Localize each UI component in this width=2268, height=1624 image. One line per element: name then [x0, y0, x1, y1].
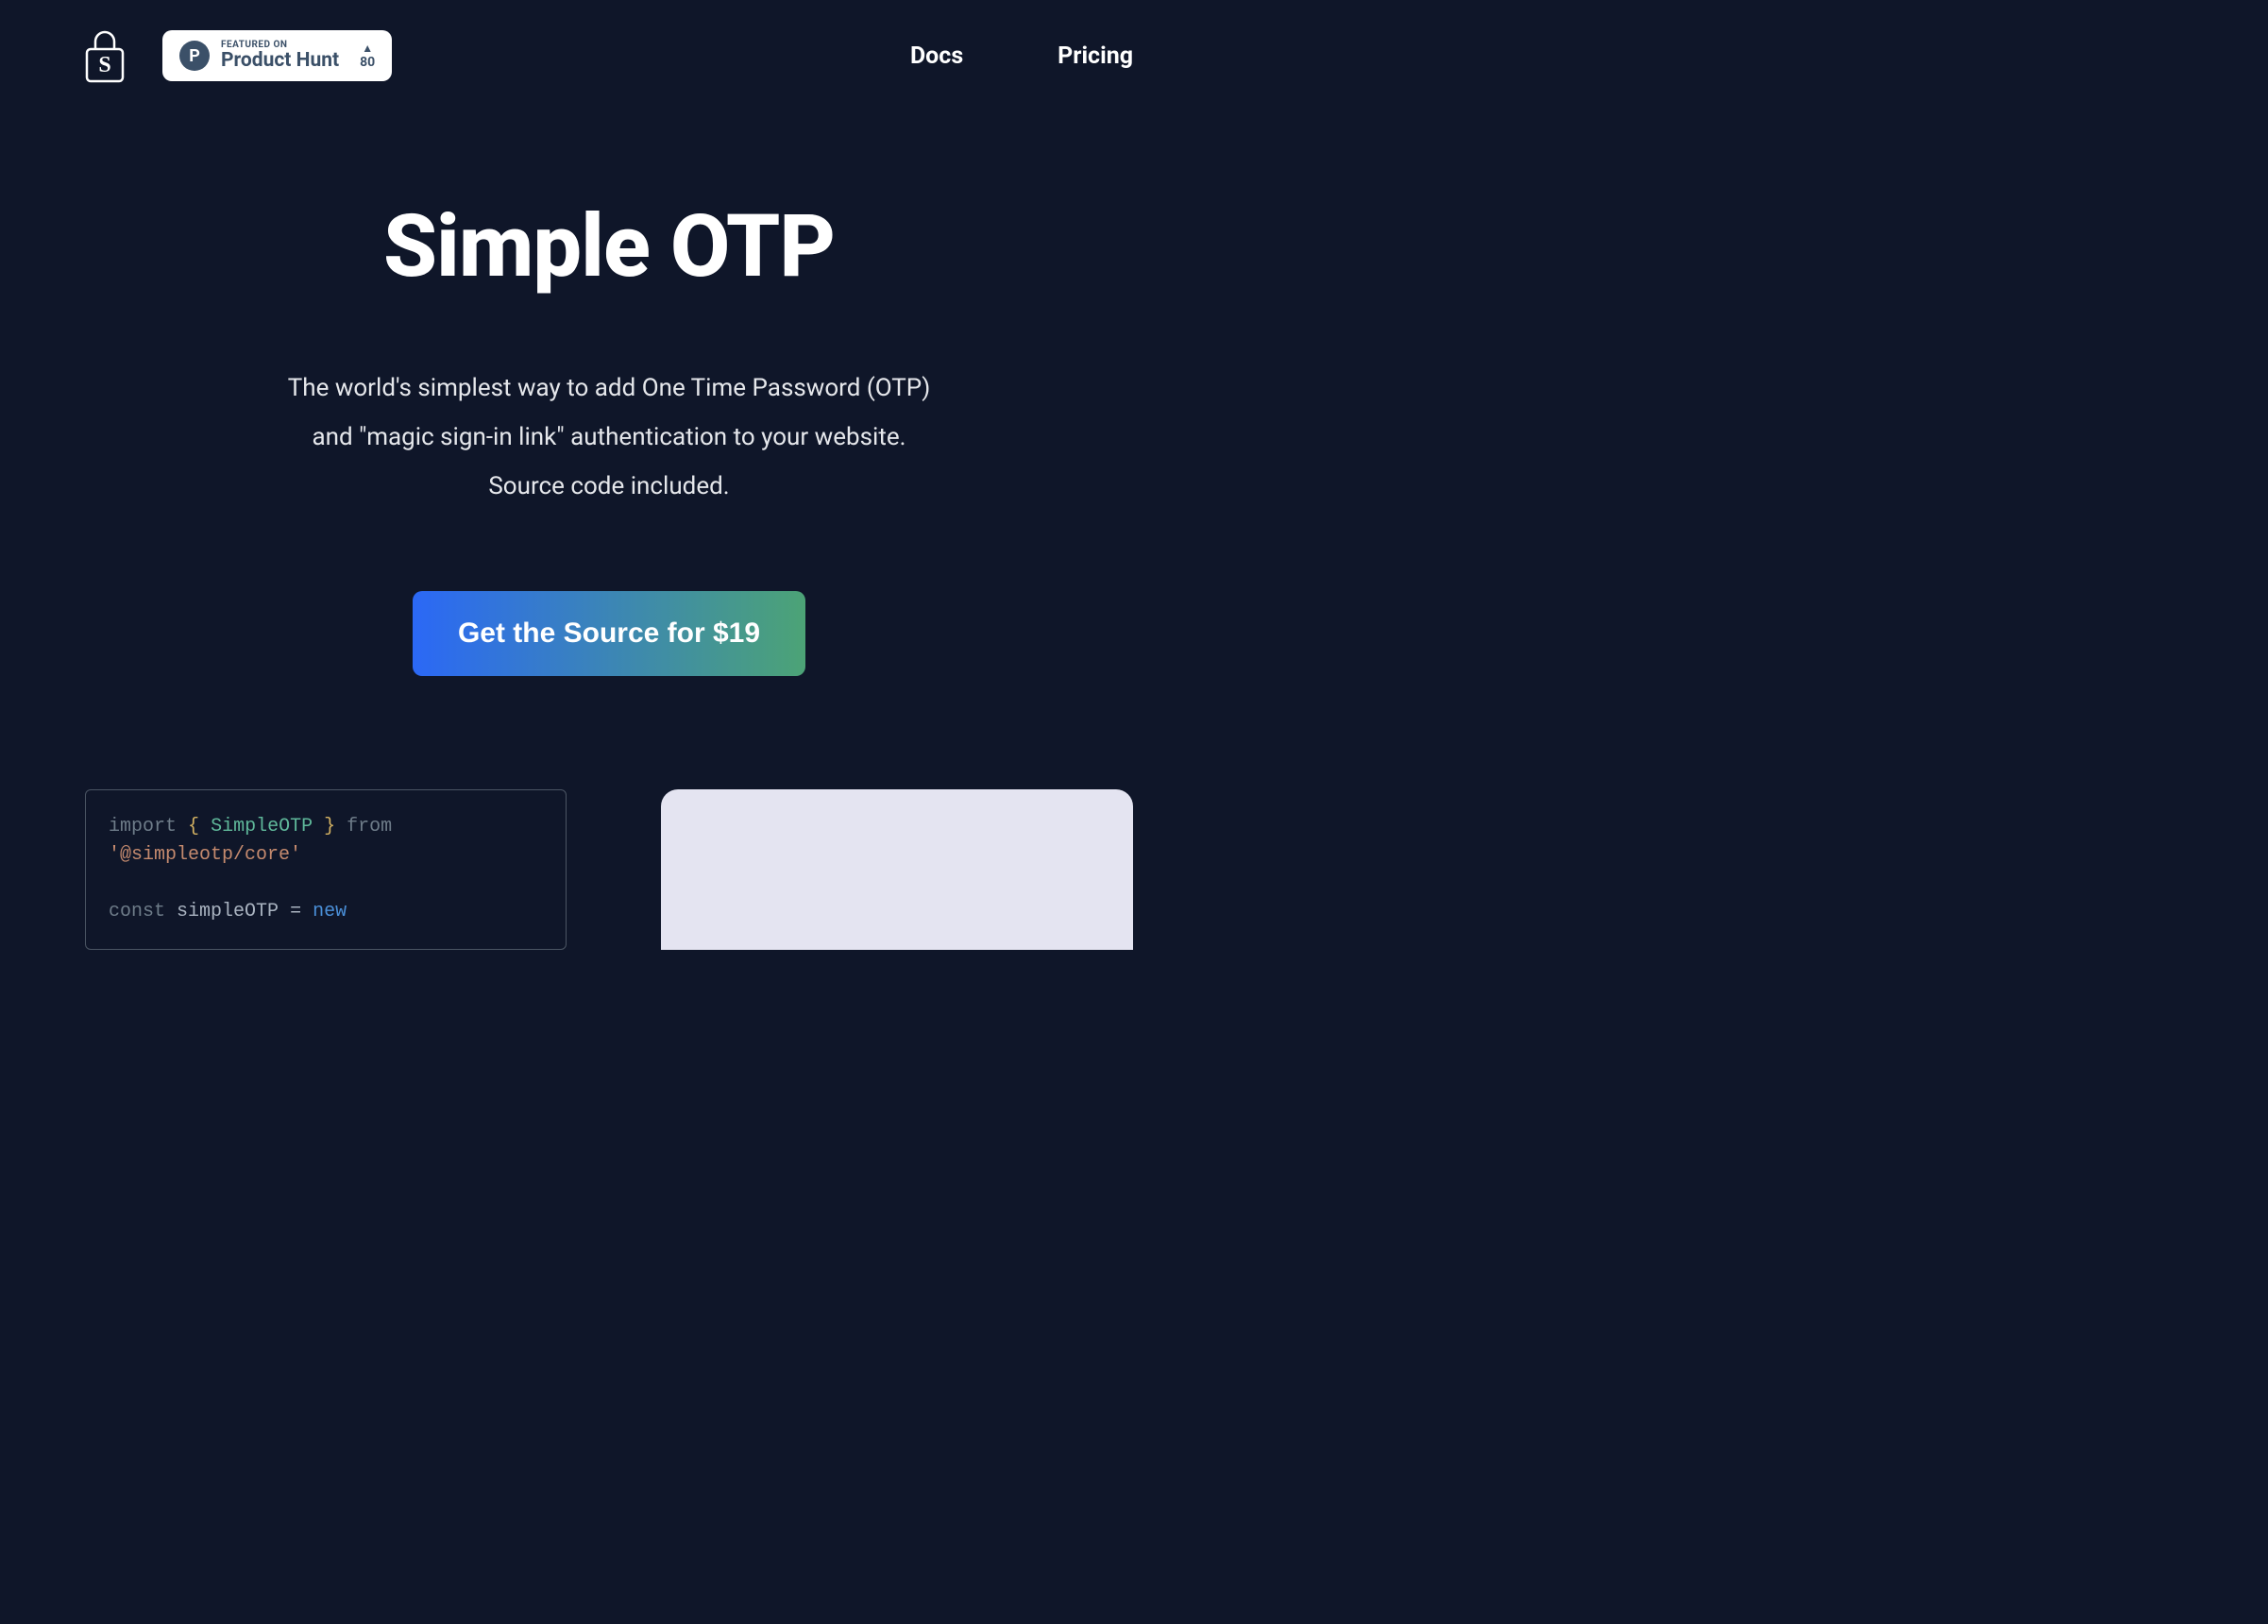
- hero-subtitle-line-1: The world's simplest way to add One Time…: [0, 364, 1218, 413]
- product-hunt-name: Product Hunt: [221, 50, 339, 72]
- hero-subtitle-line-2: and "magic sign-in link" authentication …: [0, 413, 1218, 462]
- code-token-brace-open: {: [188, 816, 199, 837]
- code-snippet: import { SimpleOTP } from '@simpleotp/co…: [85, 789, 567, 950]
- code-token-from: from: [347, 816, 392, 837]
- product-hunt-upvotes: ▲ 80: [360, 42, 375, 70]
- hero-subtitle-line-3: Source code included.: [0, 462, 1218, 511]
- product-hunt-letter: P: [189, 46, 200, 66]
- product-hunt-upvote-count: 80: [360, 55, 375, 70]
- product-hunt-badge[interactable]: P FEATURED ON Product Hunt ▲ 80: [162, 30, 392, 81]
- bottom-section: import { SimpleOTP } from '@simpleotp/co…: [0, 789, 1218, 950]
- product-hunt-text: FEATURED ON Product Hunt: [221, 40, 339, 72]
- hero-title: Simple OTP: [0, 196, 1218, 297]
- code-token-new: new: [313, 901, 347, 922]
- code-token-eq: =: [290, 901, 301, 922]
- code-token-string: '@simpleotp/core': [109, 844, 301, 866]
- lock-s-icon: S: [85, 28, 125, 83]
- get-source-button[interactable]: Get the Source for $19: [413, 591, 805, 676]
- code-token-brace-close: }: [324, 816, 335, 837]
- hero: Simple OTP The world's simplest way to a…: [0, 196, 1218, 676]
- preview-card: [661, 789, 1133, 950]
- code-token-var: simpleOTP: [177, 901, 279, 922]
- code-token-const: const: [109, 901, 165, 922]
- code-token-import: import: [109, 816, 177, 837]
- triangle-up-icon: ▲: [362, 42, 373, 55]
- logo[interactable]: S: [85, 28, 125, 83]
- product-hunt-icon: P: [179, 41, 210, 71]
- header: S P FEATURED ON Product Hunt ▲ 80 Docs P…: [0, 0, 1218, 111]
- nav-pricing[interactable]: Pricing: [1058, 42, 1133, 70]
- svg-text:S: S: [98, 53, 110, 77]
- hero-subtitle: The world's simplest way to add One Time…: [0, 364, 1218, 511]
- nav-docs[interactable]: Docs: [910, 42, 963, 70]
- code-token-class: SimpleOTP: [211, 816, 313, 837]
